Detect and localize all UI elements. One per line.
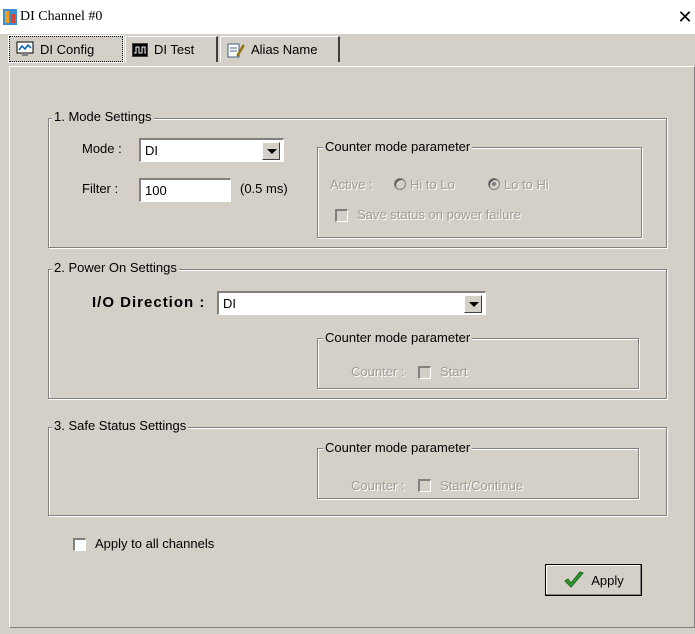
power-on-counter-title: Counter mode parameter	[323, 330, 473, 346]
apply-button-label: Apply	[591, 572, 624, 588]
window-title: DI Channel #0	[20, 9, 103, 24]
power-on-title: 2. Power On Settings	[52, 260, 179, 276]
filter-unit: (0.5 ms)	[240, 181, 288, 196]
start-continue-label: Start/Continue	[440, 478, 524, 493]
mode-dropdown-button[interactable]	[262, 142, 280, 160]
radio-lo-to-hi[interactable]	[488, 178, 500, 190]
mode-label: Mode :	[82, 141, 122, 156]
app-icon	[3, 9, 17, 25]
save-status-label: Save status on power failure	[357, 207, 522, 222]
radio-lo-to-hi-label: Lo to Hi	[504, 177, 549, 192]
radio-hi-to-lo-label: Hi to Lo	[410, 177, 455, 192]
tab-label: DI Test	[154, 42, 195, 57]
tab-label: DI Config	[40, 41, 95, 57]
start-label: Start	[440, 364, 468, 379]
apply-all-label: Apply to all channels	[95, 536, 215, 551]
io-direction-label: I/O Direction :	[92, 294, 206, 311]
safe-status-counter-label: Counter :	[351, 478, 405, 493]
filter-input-value: 100	[145, 183, 167, 198]
notepad-icon	[227, 43, 245, 57]
monitor-icon	[16, 41, 34, 56]
start-continue-checkbox[interactable]	[418, 479, 431, 492]
save-status-checkbox[interactable]	[335, 209, 348, 222]
mode-counter-title: Counter mode parameter	[323, 139, 473, 155]
tab-di-config[interactable]: DI Config	[8, 35, 124, 63]
active-label: Active :	[330, 177, 373, 192]
safe-status-title: 3. Safe Status Settings	[52, 418, 189, 434]
radio-hi-to-lo[interactable]	[394, 178, 406, 190]
io-direction-select[interactable]: DI	[217, 291, 486, 315]
mode-select[interactable]: DI	[139, 138, 284, 162]
apply-all-checkbox[interactable]	[73, 538, 86, 551]
tab-label: Alias Name	[251, 42, 318, 57]
checkmark-icon	[564, 571, 585, 588]
safe-status-counter-title: Counter mode parameter	[323, 440, 473, 456]
title-bar: DI Channel #0 ✕	[0, 0, 695, 34]
waveform-icon	[132, 42, 148, 57]
mode-select-value: DI	[145, 143, 158, 158]
io-direction-dropdown-button[interactable]	[464, 295, 482, 313]
tab-alias-name[interactable]: Alias Name	[220, 36, 340, 62]
power-on-counter-label: Counter :	[351, 364, 405, 379]
apply-button[interactable]: Apply	[545, 564, 642, 596]
start-checkbox[interactable]	[418, 366, 431, 379]
mode-settings-title: 1. Mode Settings	[52, 109, 154, 125]
tab-di-test[interactable]: DI Test	[125, 36, 218, 62]
filter-label: Filter :	[82, 181, 119, 196]
io-direction-value: DI	[223, 296, 236, 311]
close-button[interactable]: ✕	[675, 8, 695, 26]
filter-input[interactable]: 100	[139, 178, 231, 202]
